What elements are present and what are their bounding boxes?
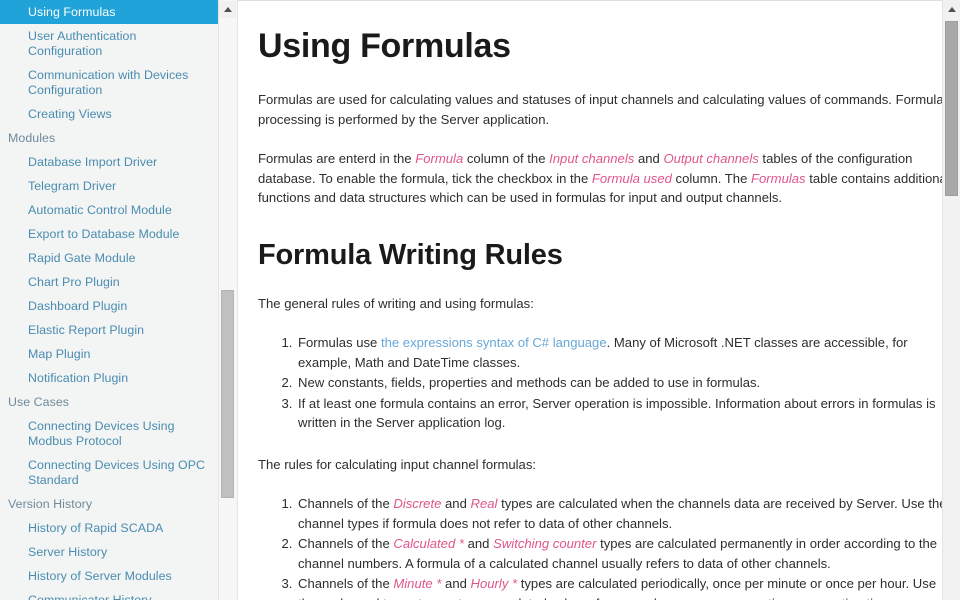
- sidebar-item-database-import-driver[interactable]: Database Import Driver: [0, 150, 218, 174]
- sidebar-scroll-thumb[interactable]: [221, 290, 234, 498]
- sidebar-item-chart-pro-plugin[interactable]: Chart Pro Plugin: [0, 270, 218, 294]
- scroll-up-arrow-icon[interactable]: [219, 1, 236, 18]
- triangle-up-icon: [223, 7, 232, 12]
- sidebar-item-creating-views[interactable]: Creating Views: [0, 102, 218, 126]
- text-fragment: Formulas are enterd in the: [258, 151, 416, 166]
- general-rules-list: Formulas use the expressions syntax of C…: [258, 333, 960, 433]
- term-minute: Minute *: [393, 576, 442, 591]
- text-fragment: and: [441, 496, 471, 511]
- text-fragment: Channels of the: [298, 536, 394, 551]
- sidebar-item-connecting-devices-using-modbus-protocol[interactable]: Connecting Devices Using Modbus Protocol: [0, 414, 218, 453]
- csharp-expressions-link[interactable]: the expressions syntax of C# language: [381, 335, 607, 350]
- term-input-channels: Input channels: [549, 151, 635, 166]
- intro-paragraph-2: Formulas are enterd in the Formula colum…: [258, 149, 960, 208]
- intro-paragraph-1: Formulas are used for calculating values…: [258, 92, 951, 127]
- list-item: Channels of the Calculated * and Switchi…: [296, 534, 960, 573]
- content-pane: Using Formulas Formulas are used for cal…: [238, 0, 960, 600]
- input-rules-lead: The rules for calculating input channel …: [258, 456, 537, 472]
- text-fragment: Channels of the: [298, 576, 394, 591]
- term-output-channels: Output channels: [663, 151, 759, 166]
- document-body: Using Formulas Formulas are used for cal…: [238, 0, 960, 600]
- sidebar-item-user-authentication-configuration[interactable]: User Authentication Configuration: [0, 24, 218, 63]
- sidebar-item-communication-with-devices-configuration[interactable]: Communication with Devices Configuration: [0, 63, 218, 102]
- sidebar-item-history-of-rapid-scada[interactable]: History of Rapid SCADA: [0, 516, 218, 540]
- text-fragment: column of the: [463, 151, 550, 166]
- text-fragment: and: [463, 536, 494, 551]
- sidebar-item-use-cases[interactable]: Use Cases: [0, 390, 218, 414]
- text-fragment: Formulas use: [298, 335, 381, 350]
- sidebar-item-telegram-driver[interactable]: Telegram Driver: [0, 174, 218, 198]
- term-hourly: Hourly *: [470, 576, 518, 591]
- scroll-up-arrow-icon[interactable]: [943, 1, 960, 18]
- sidebar: Using Formulas User Authentication Config…: [0, 0, 238, 600]
- sidebar-item-communicator-history[interactable]: Communicator History: [0, 588, 218, 600]
- general-rules-lead: The general rules of writing and using f…: [258, 295, 534, 311]
- text-fragment: column. The: [671, 170, 752, 186]
- text-fragment: and: [634, 151, 664, 166]
- list-item: If at least one formula contains an erro…: [296, 394, 960, 433]
- input-channel-rules-list: Channels of the Discrete and Real types …: [258, 494, 960, 600]
- list-item: Formulas use the expressions syntax of C…: [296, 333, 960, 372]
- term-discrete: Discrete: [393, 496, 442, 511]
- sidebar-item-map-plugin[interactable]: Map Plugin: [0, 342, 218, 366]
- term-real: Real: [470, 496, 498, 511]
- content-scroll-thumb[interactable]: [945, 21, 958, 196]
- text-fragment: and: [441, 576, 471, 591]
- sidebar-item-dashboard-plugin[interactable]: Dashboard Plugin: [0, 294, 218, 318]
- content-scrollbar[interactable]: [942, 0, 960, 600]
- term-switching-counter: Switching counter: [493, 536, 597, 551]
- term-formula-used: Formula used: [591, 170, 672, 186]
- term-formulas: Formulas: [751, 170, 806, 186]
- sidebar-item-version-history[interactable]: Version History: [0, 492, 218, 516]
- page-title: Using Formulas: [258, 27, 511, 65]
- sidebar-scrollbar[interactable]: [218, 0, 236, 600]
- sidebar-item-server-history[interactable]: Server History: [0, 540, 218, 564]
- documentation-viewer: Using Formulas User Authentication Config…: [0, 0, 960, 600]
- sidebar-item-elastic-report-plugin[interactable]: Elastic Report Plugin: [0, 318, 218, 342]
- sidebar-item-modules[interactable]: Modules: [0, 126, 218, 150]
- sidebar-item-history-of-server-modules[interactable]: History of Server Modules: [0, 564, 218, 588]
- sidebar-item-automatic-control-module[interactable]: Automatic Control Module: [0, 198, 218, 222]
- list-item: Channels of the Discrete and Real types …: [296, 494, 960, 533]
- text-fragment: Channels of the: [298, 496, 394, 511]
- list-item: Channels of the Minute * and Hourly * ty…: [296, 574, 960, 600]
- section-heading-formula-writing-rules: Formula Writing Rules: [258, 238, 563, 271]
- sidebar-item-using-formulas[interactable]: Using Formulas: [0, 0, 218, 24]
- term-formula: Formula: [415, 151, 464, 166]
- list-item: New constants, fields, properties and me…: [296, 373, 960, 393]
- sidebar-item-rapid-gate-module[interactable]: Rapid Gate Module: [0, 246, 218, 270]
- sidebar-item-connecting-devices-using-opc-standard[interactable]: Connecting Devices Using OPC Standard: [0, 453, 218, 492]
- triangle-up-icon: [947, 7, 956, 12]
- sidebar-item-notification-plugin[interactable]: Notification Plugin: [0, 366, 218, 390]
- sidebar-item-export-to-database-module[interactable]: Export to Database Module: [0, 222, 218, 246]
- sidebar-nav-list: Using Formulas User Authentication Config…: [0, 0, 218, 600]
- term-calculated: Calculated *: [393, 536, 464, 551]
